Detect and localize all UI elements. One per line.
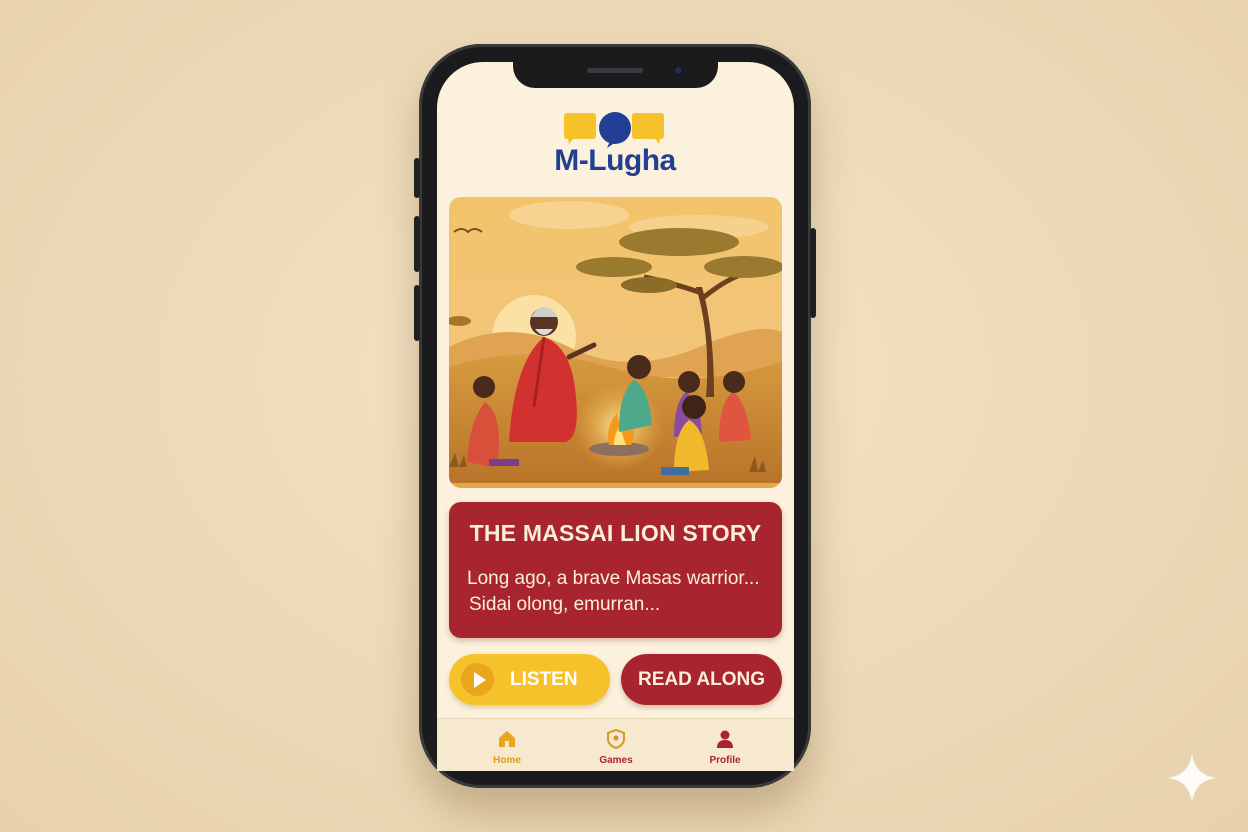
tab-games-label: Games [599,755,633,766]
play-triangle [474,672,486,688]
story-card: THE MASSAI LION STORY Long ago, a brave … [449,502,782,638]
power-button [810,228,816,318]
app-name: M-Lugha [554,144,676,177]
volume-down-button [414,285,420,341]
read-along-button-label: READ ALONG [637,669,766,690]
listen-button[interactable]: LISTEN [449,654,610,705]
listen-button-label: LISTEN [510,669,578,690]
read-along-button[interactable]: READ ALONG [621,654,782,705]
app-logo: M-Lugha [540,110,690,182]
volume-up-button [414,216,420,272]
tab-profile-label: Profile [709,755,741,766]
story-excerpt-maa: Sidai olong, emurran... [469,594,661,615]
play-icon [461,663,494,696]
story-excerpt-english: Long ago, a brave Masas warrior... [467,568,760,589]
tab-home[interactable]: Home [462,719,552,771]
story-illustration [449,197,782,488]
bottom-tab-bar: Home Games Profile [437,718,794,771]
sparkle-icon [1168,754,1216,802]
story-title: THE MASSAI LION STORY [469,520,762,546]
tab-home-label: Home [493,755,521,766]
tab-profile[interactable]: Profile [680,719,770,771]
front-camera [673,65,684,76]
tab-games[interactable]: Games [571,719,661,771]
silent-switch [414,158,420,198]
home-icon [499,731,515,747]
notch [513,58,718,88]
shield-icon [607,729,625,749]
earpiece-speaker [587,68,643,73]
person-icon [717,730,733,748]
